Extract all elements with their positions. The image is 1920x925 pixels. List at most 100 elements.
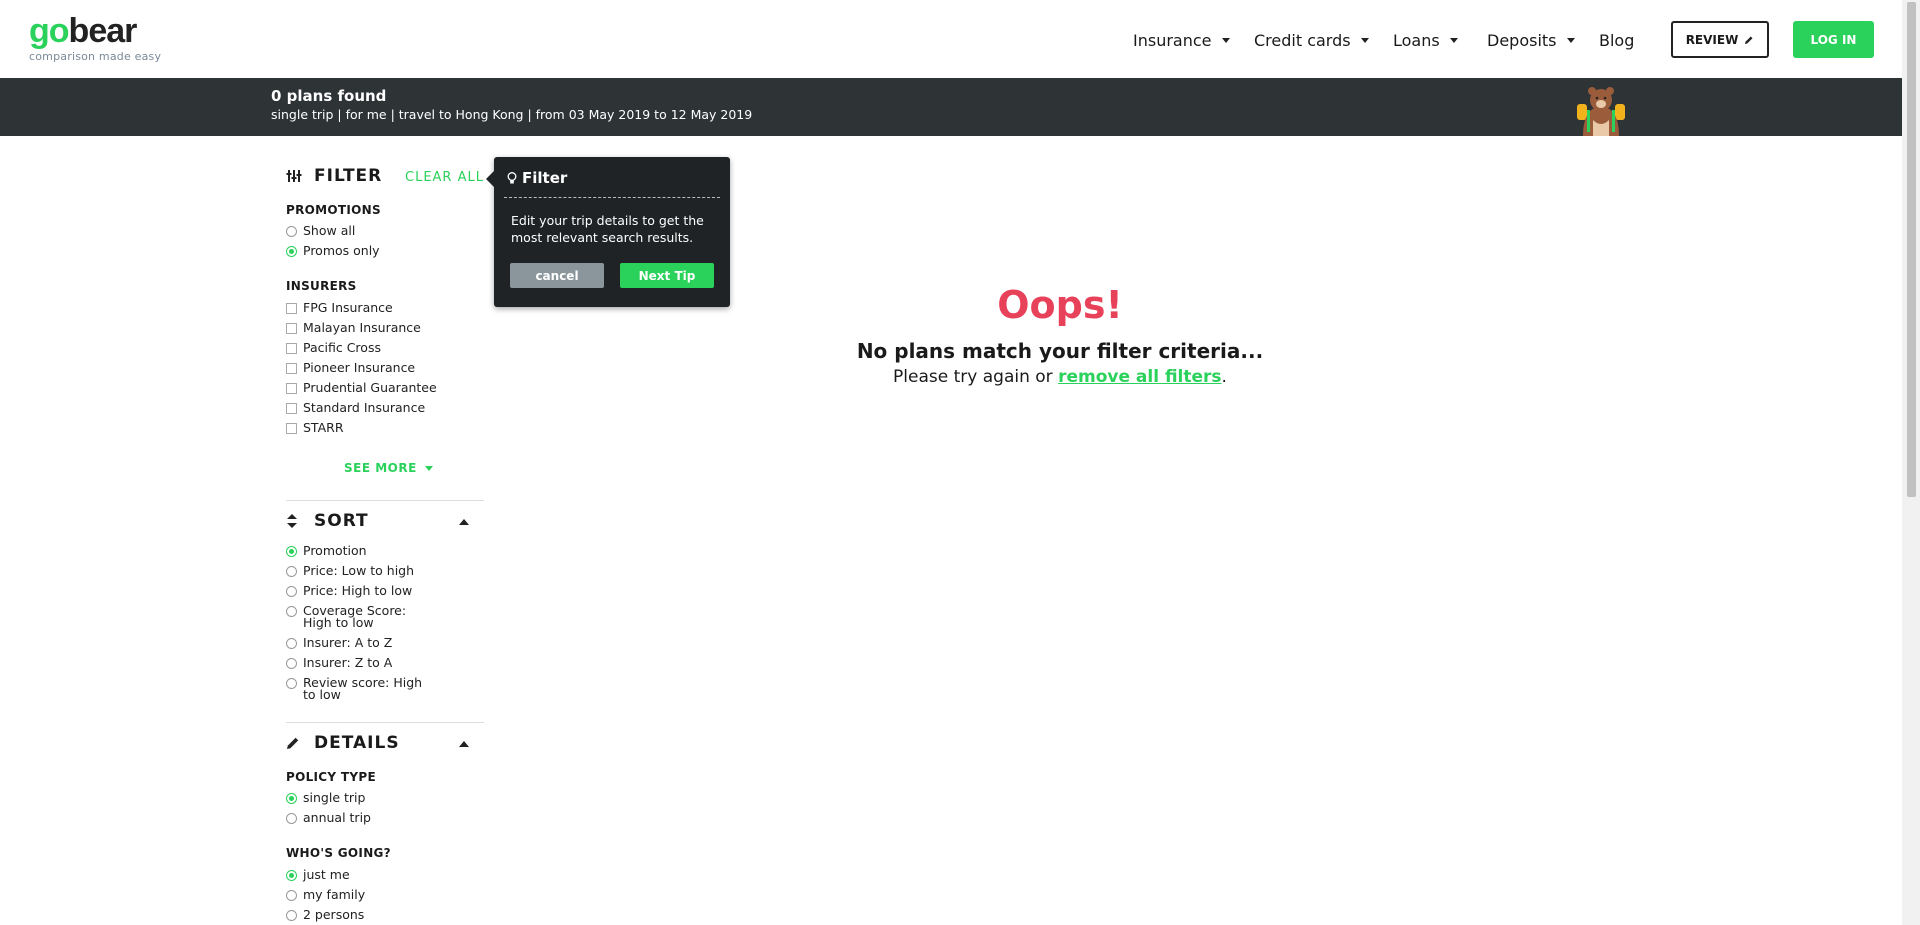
whos-going-option-2-persons[interactable]: 2 persons	[286, 907, 365, 922]
radio-button[interactable]	[286, 226, 297, 237]
radio-button[interactable]	[286, 566, 297, 577]
insurer-option-standard[interactable]: Standard Insurance	[286, 400, 426, 415]
option-label: Prudential Guarantee	[303, 380, 437, 395]
option-label: FPG Insurance	[303, 300, 393, 315]
see-more-button[interactable]: SEE MORE	[344, 461, 433, 475]
search-criteria: single trip | for me | travel to Hong Ko…	[271, 107, 753, 122]
no-plans-message: No plans match your filter criteria...	[856, 339, 1264, 363]
nav-loans-label: Loans	[1393, 30, 1440, 50]
option-label: 2 persons	[303, 907, 365, 922]
checkbox[interactable]	[286, 303, 297, 314]
nav-credit-cards[interactable]: Credit cards	[1254, 22, 1369, 58]
radio-button[interactable]	[286, 910, 297, 921]
radio-button[interactable]	[286, 546, 297, 557]
pencil-icon	[286, 736, 302, 750]
checkbox[interactable]	[286, 423, 297, 434]
policy-option-annual-trip[interactable]: annual trip	[286, 810, 371, 825]
insurer-option-starr[interactable]: STARR	[286, 421, 344, 434]
tip-cancel-button[interactable]: cancel	[510, 263, 604, 288]
radio-button[interactable]	[286, 813, 297, 824]
sort-option-price-low-high[interactable]: Price: Low to high	[286, 563, 415, 578]
option-label: annual trip	[303, 810, 371, 825]
nav-insurance[interactable]: Insurance	[1133, 22, 1230, 58]
whos-going-label: WHO'S GOING?	[286, 846, 391, 860]
sliders-icon	[286, 169, 302, 183]
radio-button[interactable]	[286, 890, 297, 901]
checkbox[interactable]	[286, 323, 297, 334]
chevron-down-icon	[1360, 37, 1369, 43]
promo-option-promos-only[interactable]: Promos only	[286, 244, 380, 257]
lightbulb-icon	[507, 171, 517, 183]
option-label: Standard Insurance	[303, 400, 426, 415]
gobear-logo[interactable]: gobear comparison made easy	[29, 13, 161, 63]
sort-heading[interactable]: SORT	[286, 511, 369, 531]
login-button[interactable]: LOG IN	[1793, 21, 1874, 58]
checkbox[interactable]	[286, 403, 297, 414]
sort-option-insurer-z-a[interactable]: Insurer: Z to A	[286, 655, 393, 670]
policy-option-single-trip[interactable]: single trip	[286, 790, 366, 805]
radio-button[interactable]	[286, 606, 297, 617]
whos-going-option-just-me[interactable]: just me	[286, 868, 350, 881]
chevron-down-icon	[424, 465, 433, 471]
insurer-option-fpg[interactable]: FPG Insurance	[286, 300, 393, 315]
details-title: DETAILS	[314, 733, 400, 753]
radio-button[interactable]	[286, 793, 297, 804]
checkbox[interactable]	[286, 383, 297, 394]
option-label: my family	[303, 887, 366, 902]
review-button[interactable]: REVIEW	[1671, 21, 1769, 58]
promo-option-show-all[interactable]: Show all	[286, 224, 355, 237]
chevron-up-icon[interactable]	[459, 519, 469, 525]
insurer-option-malayan[interactable]: Malayan Insurance	[286, 320, 421, 335]
filter-title: FILTER	[314, 166, 383, 186]
top-header: gobear comparison made easy Insurance Cr…	[0, 0, 1902, 78]
radio-button[interactable]	[286, 658, 297, 669]
option-label: Malayan Insurance	[303, 320, 421, 335]
nav-insurance-label: Insurance	[1133, 30, 1212, 50]
option-label: Price: High to low	[303, 583, 413, 598]
details-heading[interactable]: DETAILS	[286, 733, 400, 753]
nav-loans[interactable]: Loans	[1393, 22, 1458, 58]
radio-button[interactable]	[286, 678, 297, 689]
radio-button[interactable]	[286, 638, 297, 649]
radio-button[interactable]	[286, 870, 297, 881]
option-label: single trip	[303, 790, 366, 805]
logo-bear-text: bear	[68, 12, 138, 50]
clear-all-link[interactable]: CLEAR ALL	[405, 170, 484, 185]
page-scrollbar[interactable]	[1902, 0, 1920, 925]
promotions-label: PROMOTIONS	[286, 203, 381, 217]
option-label: Promotion	[303, 543, 367, 558]
sort-option-insurer-a-z[interactable]: Insurer: A to Z	[286, 636, 392, 649]
chevron-up-icon[interactable]	[459, 741, 469, 747]
option-label: Pioneer Insurance	[303, 360, 416, 375]
radio-button[interactable]	[286, 586, 297, 597]
sort-option-coverage-score[interactable]: Coverage Score: High to low	[286, 604, 436, 629]
tip-body: Edit your trip details to get the most r…	[511, 213, 704, 245]
sort-option-review-score[interactable]: Review score: High to low	[286, 676, 436, 701]
nav-blog[interactable]: Blog	[1599, 22, 1634, 58]
insurer-option-pioneer[interactable]: Pioneer Insurance	[286, 360, 416, 375]
divider	[286, 722, 484, 723]
chevron-down-icon	[1221, 37, 1230, 43]
option-label: Price: Low to high	[303, 563, 415, 578]
nav-credit-cards-label: Credit cards	[1254, 30, 1351, 50]
review-button-label: REVIEW	[1685, 32, 1739, 47]
option-label: Pacific Cross	[303, 340, 381, 355]
insurer-option-prudential[interactable]: Prudential Guarantee	[286, 380, 437, 395]
chevron-down-icon	[1566, 37, 1575, 43]
policy-type-label: POLICY TYPE	[286, 770, 376, 784]
sort-option-price-high-low[interactable]: Price: High to low	[286, 583, 413, 598]
insurer-option-pacific-cross[interactable]: Pacific Cross	[286, 340, 381, 355]
checkbox[interactable]	[286, 343, 297, 354]
tip-next-button[interactable]: Next Tip	[620, 263, 714, 288]
filter-heading: FILTER	[286, 166, 382, 186]
checkbox[interactable]	[286, 363, 297, 374]
nav-deposits[interactable]: Deposits	[1487, 22, 1575, 58]
sort-option-promotion[interactable]: Promotion	[286, 543, 367, 558]
option-label: Insurer: Z to A	[303, 655, 393, 670]
tip-title: Filter	[507, 169, 567, 187]
scrollbar-thumb[interactable]	[1907, 2, 1916, 497]
radio-button[interactable]	[286, 246, 297, 257]
whos-going-option-my-family[interactable]: my family	[286, 887, 366, 902]
divider	[286, 500, 484, 501]
remove-all-filters-link[interactable]: remove all filters	[1058, 367, 1221, 387]
